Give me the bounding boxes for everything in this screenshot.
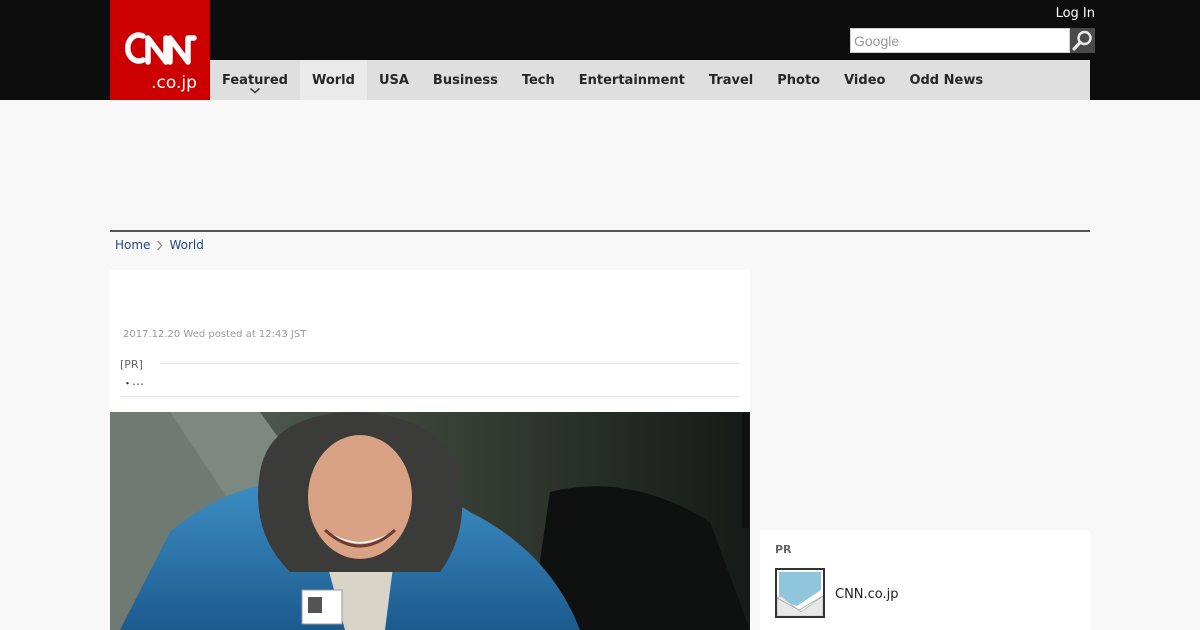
main-nav: Featured World USA Business Tech Enterta… [210, 60, 1090, 100]
pr-label: [PR] [120, 358, 143, 371]
article-photo-image [110, 412, 750, 630]
nav-label: Tech [521, 72, 555, 88]
nav-usa[interactable]: USA [367, 60, 421, 100]
search-button[interactable] [1070, 28, 1095, 53]
logo-subtext: .co.jp [151, 73, 197, 93]
breadcrumb-world[interactable]: World [169, 238, 203, 252]
nav-label: Business [432, 72, 498, 88]
pr-divider [160, 363, 740, 364]
nav-world[interactable]: World [299, 60, 367, 100]
sidebar-pr-widget: PR CNN.co.jp [760, 530, 1090, 630]
search-input[interactable] [850, 28, 1070, 53]
nav-odd-news[interactable]: Odd News [897, 60, 995, 100]
pr-link[interactable]: … [132, 374, 144, 388]
nav-label: Photo [777, 72, 821, 88]
chevron-right-icon [156, 240, 163, 251]
breadcrumb: Home World [115, 238, 204, 252]
nav-video[interactable]: Video [832, 60, 897, 100]
article-card: 2017.12.20 Wed posted at 12:43 JST [PR] … [110, 270, 750, 630]
mail-thumbnail-image [777, 570, 823, 616]
nav-entertainment[interactable]: Entertainment [567, 60, 697, 100]
nav-business[interactable]: Business [421, 60, 510, 100]
nav-travel[interactable]: Travel [697, 60, 765, 100]
nav-photo[interactable]: Photo [765, 60, 832, 100]
nav-label: Entertainment [578, 72, 685, 88]
nav-featured[interactable]: Featured [210, 60, 300, 100]
nav-label: USA [378, 72, 409, 88]
site-header: .co.jp Log In Featured World USA Busines… [0, 0, 1200, 100]
nav-label: World [311, 72, 355, 88]
nav-label: Odd News [909, 72, 984, 88]
pr-divider-bottom [120, 396, 740, 397]
nav-label: Travel [708, 72, 754, 88]
article-photo[interactable] [110, 412, 750, 630]
mail-thumbnail-icon[interactable] [775, 568, 825, 618]
sidebar-item-label[interactable]: CNN.co.jp [835, 587, 899, 602]
chevron-down-icon [249, 87, 260, 94]
login-link[interactable]: Log In [1040, 6, 1095, 21]
nav-label: Video [844, 72, 886, 88]
nav-tech[interactable]: Tech [510, 60, 567, 100]
nav-label: Featured [222, 72, 288, 88]
sidebar-pr-label: PR [775, 543, 792, 556]
cnn-logo[interactable]: .co.jp [110, 0, 210, 100]
content-divider [110, 230, 1090, 232]
cnn-logo-mark: .co.jp [125, 32, 197, 93]
breadcrumb-home[interactable]: Home [115, 238, 150, 252]
magnifier-icon [1072, 30, 1092, 51]
post-date: 2017.12.20 Wed posted at 12:43 JST [123, 329, 307, 340]
